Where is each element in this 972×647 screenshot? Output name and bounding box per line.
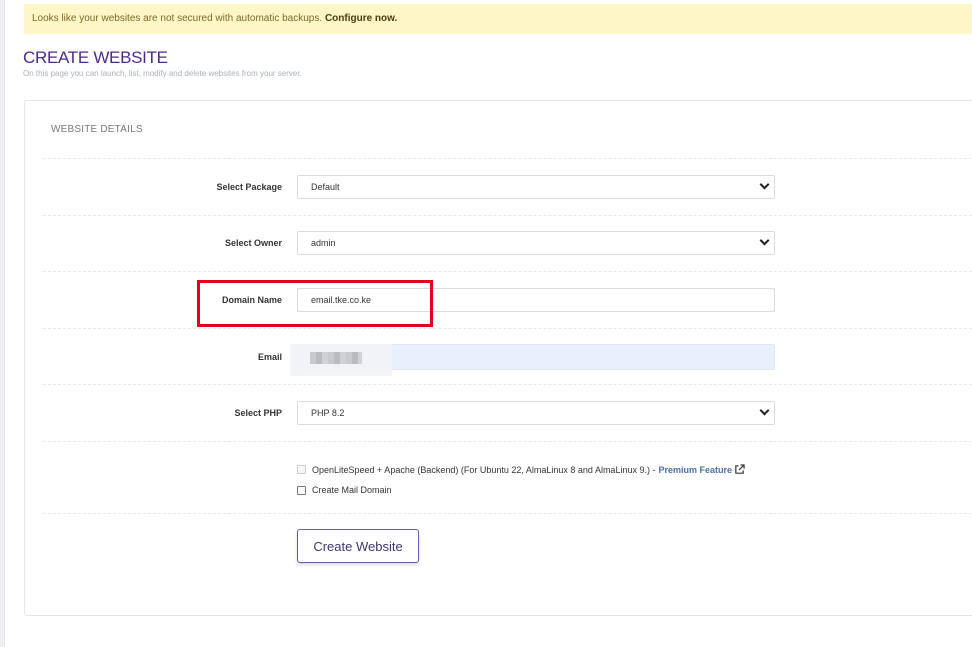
owner-select[interactable]: admin: [297, 231, 775, 255]
php-value: PHP 8.2: [311, 408, 345, 418]
card-title: WEBSITE DETAILS: [51, 124, 143, 135]
mail-domain-row: Create Mail Domain: [297, 485, 392, 495]
divider: [43, 384, 972, 385]
divider: [43, 328, 972, 329]
left-border: [0, 0, 5, 647]
configure-now-link[interactable]: Configure now.: [325, 13, 397, 24]
php-select[interactable]: PHP 8.2: [297, 401, 775, 425]
package-label: Select Package: [216, 182, 282, 192]
divider: [43, 441, 972, 442]
create-website-button[interactable]: Create Website: [297, 529, 419, 563]
divider: [43, 271, 972, 272]
page-subtitle: On this page you can launch, list, modif…: [23, 69, 302, 78]
owner-value: admin: [311, 238, 336, 248]
page-title: CREATE WEBSITE: [23, 48, 168, 67]
email-label: Email: [257, 352, 282, 362]
premium-feature-link[interactable]: Premium Feature: [658, 465, 732, 475]
divider: [43, 215, 972, 216]
package-select[interactable]: Default: [297, 175, 775, 199]
divider: [43, 158, 972, 159]
ols-option-row: OpenLiteSpeed + Apache (Backend) (For Ub…: [297, 464, 745, 475]
annotation-highlight: [197, 280, 433, 327]
package-value: Default: [311, 182, 340, 192]
notice-text: Looks like your websites are not secured…: [32, 13, 325, 24]
mail-domain-label: Create Mail Domain: [312, 485, 392, 495]
ols-option-text: OpenLiteSpeed + Apache (Backend) (For Ub…: [312, 464, 656, 475]
redacted-email-pixels: [310, 352, 362, 364]
php-label: Select PHP: [234, 408, 282, 418]
backup-notice: Looks like your websites are not secured…: [24, 4, 972, 34]
owner-label: Select Owner: [224, 238, 282, 248]
mail-domain-checkbox[interactable]: [297, 485, 306, 495]
external-link-icon[interactable]: [734, 464, 745, 475]
ols-checkbox[interactable]: [297, 465, 306, 474]
divider: [43, 513, 972, 514]
